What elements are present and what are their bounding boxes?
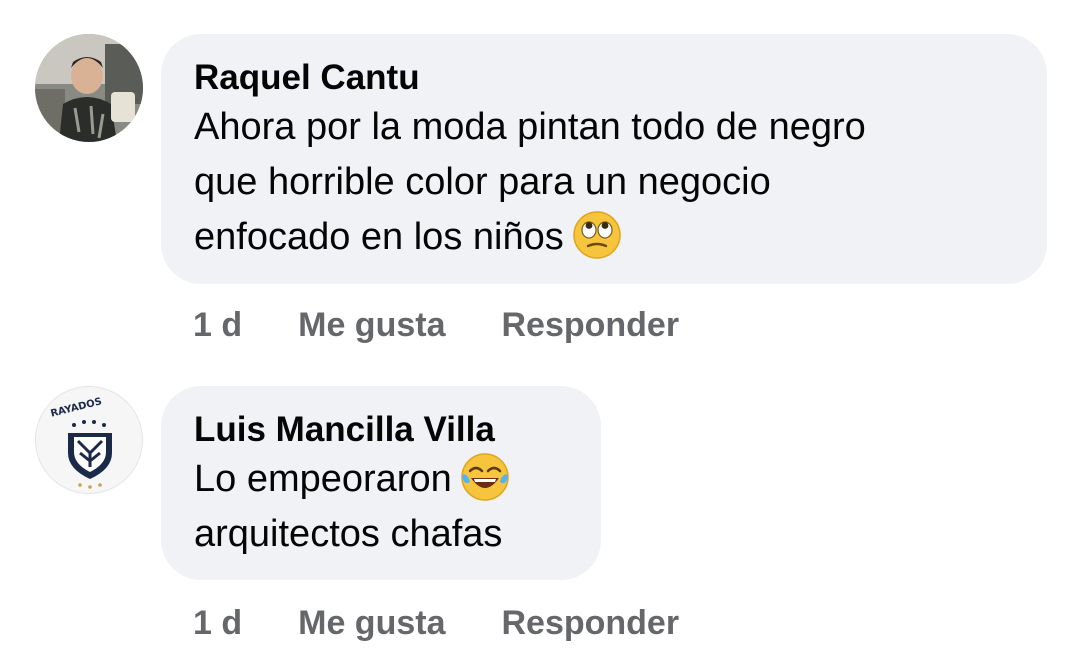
comment-text: Lo empeoraron arquitectos chafas [194,452,567,562]
comment-text-line-first: Lo empeoraron [194,452,567,507]
comment-actions: 1 d Me gusta Responder [193,306,679,345]
avatar-image: RAYADOS [36,387,142,493]
comment-bubble: Raquel Cantu Ahora por la moda pintan to… [161,34,1047,284]
comment-timestamp[interactable]: 1 d [193,604,242,643]
comment-text-line: Ahora por la moda pintan todo de negro [194,106,866,148]
face-with-tears-of-joy-icon [460,453,509,501]
reply-button[interactable]: Responder [501,604,679,643]
comment-author[interactable]: Luis Mancilla Villa [194,408,567,452]
avatar-photo [35,34,143,142]
comment-text-line: arquitectos chafas [194,513,503,555]
comment-text-fragment: Lo empeoraron [194,458,452,500]
comment-text-line: que horrible color para un negocio [194,161,771,203]
comment-text: Ahora por la moda pintan todo de negro q… [194,100,1013,265]
face-with-rolling-eyes-icon [572,211,621,259]
comment-timestamp[interactable]: 1 d [193,306,242,345]
comment-text-line-last: enfocado en los niños [194,210,1013,265]
like-button[interactable]: Me gusta [298,604,445,643]
like-button[interactable]: Me gusta [298,306,445,345]
reply-button[interactable]: Responder [501,306,679,345]
avatar[interactable]: RAYADOS [35,386,143,494]
avatar[interactable] [35,34,143,142]
comment-bubble: Luis Mancilla Villa Lo empeoraron arquit… [161,386,601,580]
comment-actions: 1 d Me gusta Responder [193,604,679,643]
comment-text-fragment: enfocado en los niños [194,216,564,258]
comment-author[interactable]: Raquel Cantu [194,56,1013,100]
